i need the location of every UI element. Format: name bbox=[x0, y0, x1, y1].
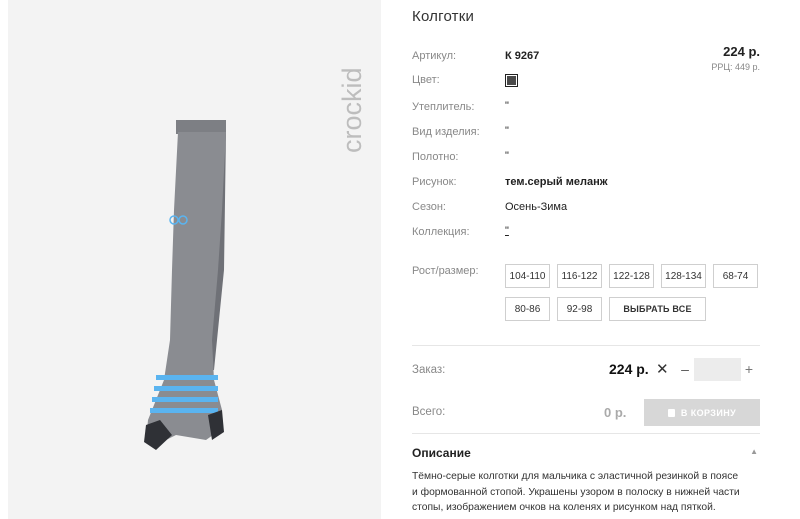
attr-label-collection: Коллекция: bbox=[412, 226, 470, 238]
size-option-122-128[interactable]: 122-128 bbox=[609, 264, 654, 288]
size-option-92-98[interactable]: 92-98 bbox=[557, 297, 602, 321]
quantity-increase-button[interactable]: + bbox=[743, 361, 755, 377]
attr-value-pattern: тем.серый меланж bbox=[505, 176, 608, 188]
product-image-panel[interactable]: crockid bbox=[8, 0, 381, 519]
description-title[interactable]: Описание bbox=[412, 446, 471, 460]
add-to-cart-button[interactable]: В КОРЗИНУ bbox=[644, 399, 760, 426]
tights-image bbox=[144, 120, 226, 450]
attr-value-product-type: " bbox=[505, 125, 509, 137]
order-label: Заказ: bbox=[412, 364, 446, 376]
attr-label-season: Сезон: bbox=[412, 201, 446, 213]
description-line: Тёмно-серые колготки для мальчика с элас… bbox=[412, 471, 739, 482]
description-line: стопы, изображением очков на коленях и р… bbox=[412, 502, 716, 513]
product-rrp: РРЦ: 449 р. bbox=[711, 62, 760, 72]
brand-logo: crockid bbox=[333, 20, 373, 155]
attr-label-pattern: Рисунок: bbox=[412, 176, 457, 188]
size-option-116-122[interactable]: 116-122 bbox=[557, 264, 602, 288]
quantity-decrease-button[interactable]: – bbox=[678, 361, 692, 377]
size-option-128-134[interactable]: 128-134 bbox=[661, 264, 706, 288]
attr-label-fabric: Полотно: bbox=[412, 151, 459, 163]
quantity-input[interactable] bbox=[694, 358, 741, 381]
attr-label-insulation: Утеплитель: bbox=[412, 101, 475, 113]
description-line: и формованной стопой. Украшены узором в … bbox=[412, 486, 740, 498]
page-title: Колготки bbox=[412, 8, 475, 25]
description-text: Тёмно-серые колготки для мальчика с элас… bbox=[412, 469, 760, 516]
add-to-cart-label: В КОРЗИНУ bbox=[680, 407, 737, 418]
attr-value-collection[interactable]: " bbox=[505, 225, 509, 237]
color-swatch-icon[interactable] bbox=[505, 74, 518, 87]
order-unit-price: 224 р. bbox=[609, 361, 649, 377]
divider bbox=[412, 345, 760, 346]
total-value: 0 р. bbox=[604, 405, 627, 420]
size-option-68-74[interactable]: 68-74 bbox=[713, 264, 758, 288]
total-label: Всего: bbox=[412, 406, 446, 418]
divider bbox=[412, 433, 760, 434]
attr-value-fabric: " bbox=[505, 150, 509, 162]
tights-waistband bbox=[176, 120, 226, 134]
cart-icon bbox=[667, 408, 675, 417]
attr-label-article: Артикул: bbox=[412, 50, 457, 62]
color-swatch-fill bbox=[507, 76, 516, 85]
size-option-104-110[interactable]: 104-110 bbox=[505, 264, 550, 288]
times-icon: ✕ bbox=[656, 361, 669, 378]
size-label: Рост/размер: bbox=[412, 265, 479, 277]
attr-label-color: Цвет: bbox=[412, 74, 440, 86]
attr-value-article: К 9267 bbox=[505, 50, 540, 62]
brand-logo-text: crockid bbox=[337, 67, 367, 153]
attr-value-insulation: " bbox=[505, 100, 509, 112]
product-price: 224 р. bbox=[723, 44, 760, 59]
select-all-sizes-button[interactable]: ВЫБРАТЬ ВСЕ bbox=[609, 297, 706, 321]
brand-logo-graphic: crockid bbox=[337, 67, 367, 153]
collapse-arrow-icon[interactable]: ▲ bbox=[750, 447, 758, 456]
size-option-80-86[interactable]: 80-86 bbox=[505, 297, 550, 321]
attr-value-season: Осень-Зима bbox=[505, 201, 568, 213]
attr-label-product-type: Вид изделия: bbox=[412, 126, 480, 138]
